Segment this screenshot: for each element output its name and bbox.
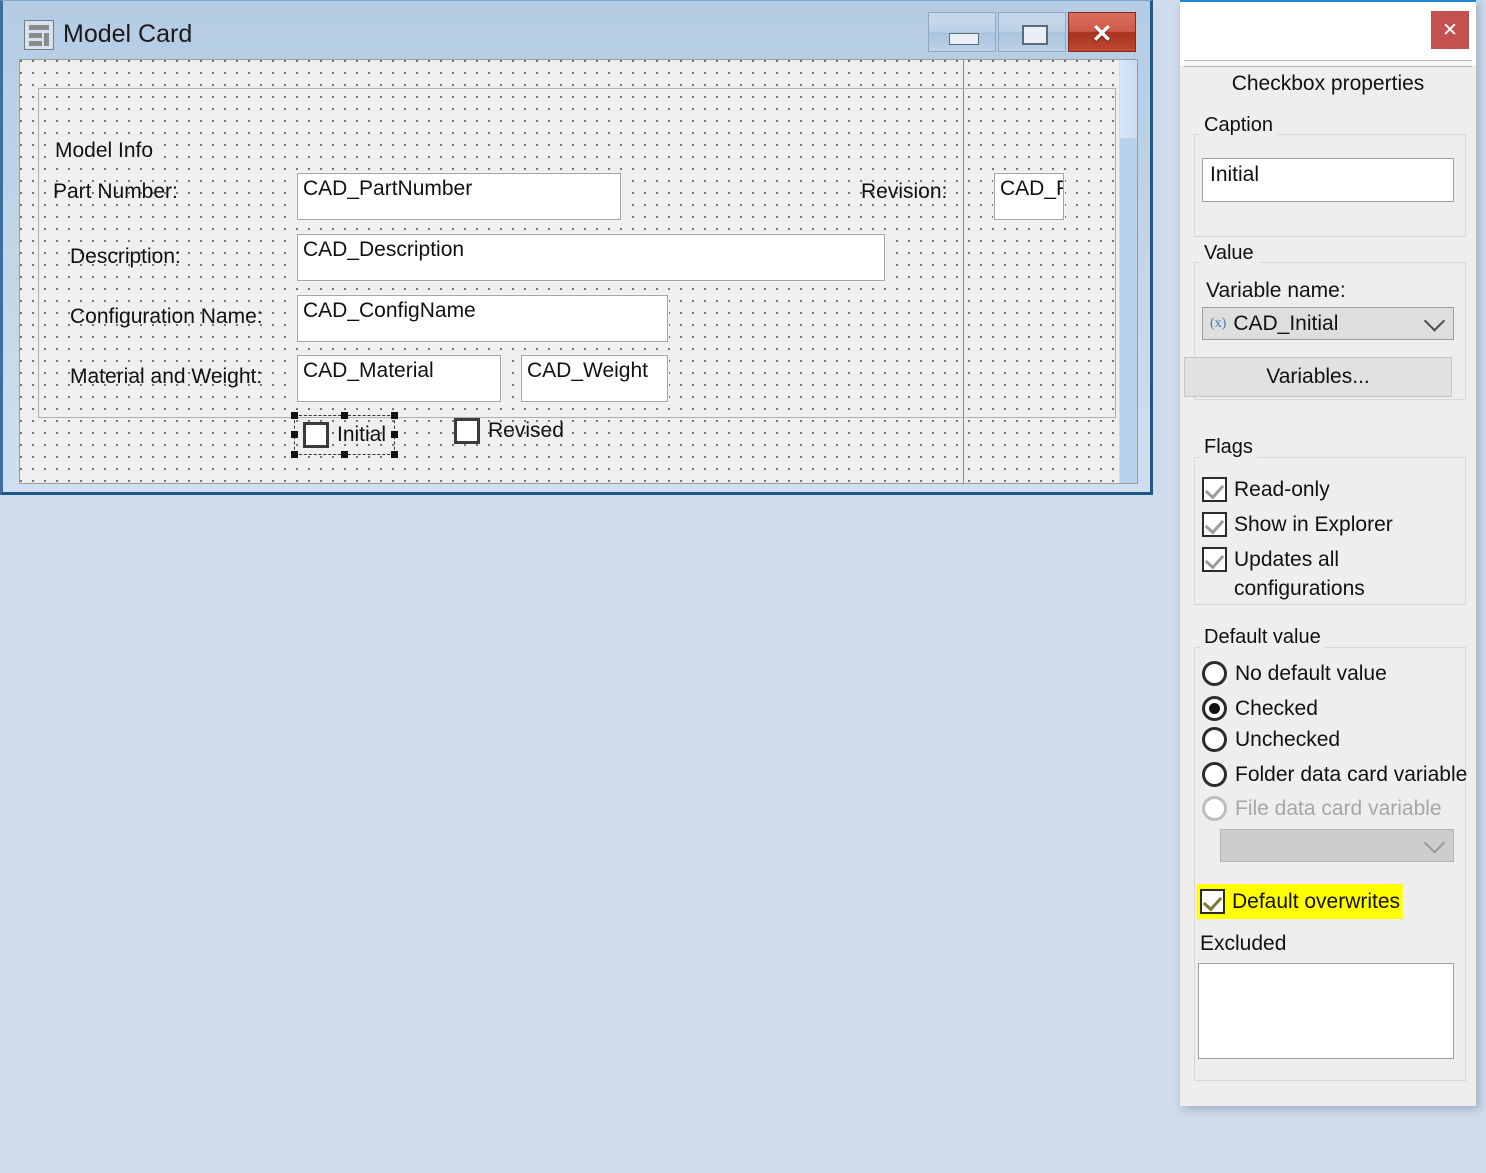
group-model-info-title: Model Info xyxy=(50,139,158,163)
radio-file-data-card-variable: File data card variable xyxy=(1202,796,1442,821)
properties-divider xyxy=(1184,60,1472,67)
selection-handle[interactable] xyxy=(391,431,398,438)
checkbox-box-revised[interactable] xyxy=(454,418,480,444)
checkbox-box-initial[interactable] xyxy=(303,422,329,448)
label-configuration-name: Configuration Name: xyxy=(70,305,263,329)
variable-icon: (x) xyxy=(1210,316,1226,332)
file-variable-dropdown xyxy=(1220,829,1454,862)
variable-name-value: CAD_Initial xyxy=(1233,312,1338,336)
radio-box-file-data-card-variable xyxy=(1202,796,1227,821)
input-description[interactable]: CAD_Description xyxy=(297,234,885,281)
caption-input[interactable]: Initial xyxy=(1202,158,1454,202)
designer-vertical-scrollbar[interactable] xyxy=(1119,60,1137,483)
input-revision[interactable]: CAD_R xyxy=(994,173,1064,220)
radio-checked[interactable]: Checked xyxy=(1202,696,1318,721)
designer-checkbox-initial[interactable]: Initial xyxy=(294,415,395,455)
label-excluded: Excluded xyxy=(1200,932,1286,956)
checkbox-read-only[interactable]: Read-only xyxy=(1202,475,1330,504)
selection-handle[interactable] xyxy=(391,451,398,458)
radio-no-default-value[interactable]: No default value xyxy=(1202,661,1387,686)
radio-label-folder-data-card-variable: Folder data card variable xyxy=(1235,763,1467,787)
designer-checkbox-revised[interactable]: Revised xyxy=(454,418,564,444)
label-part-number: Part Number: xyxy=(53,180,178,204)
selection-handle[interactable] xyxy=(341,451,348,458)
checkbox-box-default-overwrites[interactable] xyxy=(1200,889,1225,914)
scrollbar-thumb[interactable] xyxy=(1120,60,1137,138)
checkbox-label-default-overwrites: Default overwrites xyxy=(1232,887,1400,916)
input-weight[interactable]: CAD_Weight xyxy=(521,355,668,402)
selection-handle[interactable] xyxy=(291,431,298,438)
group-flags-title: Flags xyxy=(1200,436,1257,459)
input-part-number[interactable]: CAD_PartNumber xyxy=(297,173,621,220)
maximize-icon xyxy=(1022,25,1048,45)
input-material[interactable]: CAD_Material xyxy=(297,355,501,402)
excluded-list[interactable] xyxy=(1198,963,1454,1059)
selection-handle[interactable] xyxy=(391,412,398,419)
close-icon: ✕ xyxy=(1069,19,1135,49)
variable-name-dropdown[interactable]: (x) CAD_Initial xyxy=(1202,307,1454,340)
chevron-down-icon xyxy=(1424,310,1445,331)
radio-box-unchecked[interactable] xyxy=(1202,727,1227,752)
model-card-titlebar: Model Card ✕ xyxy=(3,1,1150,59)
input-configuration-name[interactable]: CAD_ConfigName xyxy=(297,295,668,342)
checkbox-box-show-in-explorer[interactable] xyxy=(1202,512,1227,537)
radio-box-checked[interactable] xyxy=(1202,696,1227,721)
label-material-and-weight: Material and Weight: xyxy=(70,365,262,389)
checkbox-default-overwrites[interactable]: Default overwrites xyxy=(1197,884,1403,919)
checkbox-label-updates-all-configurations: Updates all configurations xyxy=(1234,545,1434,603)
selection-handle[interactable] xyxy=(291,412,298,419)
label-revision: Revision: xyxy=(861,180,947,204)
radio-folder-data-card-variable[interactable]: Folder data card variable xyxy=(1202,762,1467,787)
group-caption-title: Caption xyxy=(1200,114,1277,137)
chevron-down-icon xyxy=(1424,832,1445,853)
radio-label-unchecked: Unchecked xyxy=(1235,728,1340,752)
screen: Model Card ✕ Model Info Part Number: CAD… xyxy=(0,0,1486,1173)
checkbox-label-show-in-explorer: Show in Explorer xyxy=(1234,510,1393,539)
properties-heading: Checkbox properties xyxy=(1180,72,1476,96)
radio-unchecked[interactable]: Unchecked xyxy=(1202,727,1340,752)
selection-handle[interactable] xyxy=(291,451,298,458)
card-designer-canvas[interactable]: Model Info Part Number: CAD_PartNumber R… xyxy=(19,59,1138,484)
variables-button[interactable]: Variables... xyxy=(1184,357,1452,397)
model-card-window: Model Card ✕ Model Info Part Number: CAD… xyxy=(0,0,1153,495)
checkbox-box-updates-all-configurations[interactable] xyxy=(1202,547,1227,572)
checkbox-label-read-only: Read-only xyxy=(1234,475,1330,504)
checkbox-show-in-explorer[interactable]: Show in Explorer xyxy=(1202,510,1393,539)
checkbox-caption-initial: Initial xyxy=(337,423,386,447)
form-card-icon xyxy=(24,20,54,50)
page-title: Model Card xyxy=(63,20,192,49)
radio-label-file-data-card-variable: File data card variable xyxy=(1235,797,1442,821)
radio-label-no-default-value: No default value xyxy=(1235,662,1387,686)
group-value-title: Value xyxy=(1200,242,1258,265)
checkbox-properties-panel: ✕ Checkbox properties Caption Initial Va… xyxy=(1180,0,1476,1106)
properties-titlebar: ✕ xyxy=(1180,0,1476,65)
label-variable-name: Variable name: xyxy=(1206,279,1346,303)
checkbox-caption-revised: Revised xyxy=(488,419,564,443)
checkbox-box-read-only[interactable] xyxy=(1202,477,1227,502)
close-button[interactable]: ✕ xyxy=(1068,12,1136,52)
radio-box-no-default-value[interactable] xyxy=(1202,661,1227,686)
maximize-button[interactable] xyxy=(998,12,1066,52)
properties-close-button[interactable]: ✕ xyxy=(1431,11,1469,49)
radio-box-folder-data-card-variable[interactable] xyxy=(1202,762,1227,787)
minimize-button[interactable] xyxy=(928,12,996,52)
radio-label-checked: Checked xyxy=(1235,697,1318,721)
group-default-value-title: Default value xyxy=(1200,626,1325,649)
checkbox-updates-all-configurations[interactable]: Updates all configurations xyxy=(1202,545,1452,603)
minimize-icon xyxy=(949,33,979,45)
selection-handle[interactable] xyxy=(341,412,348,419)
label-description: Description: xyxy=(70,245,181,269)
